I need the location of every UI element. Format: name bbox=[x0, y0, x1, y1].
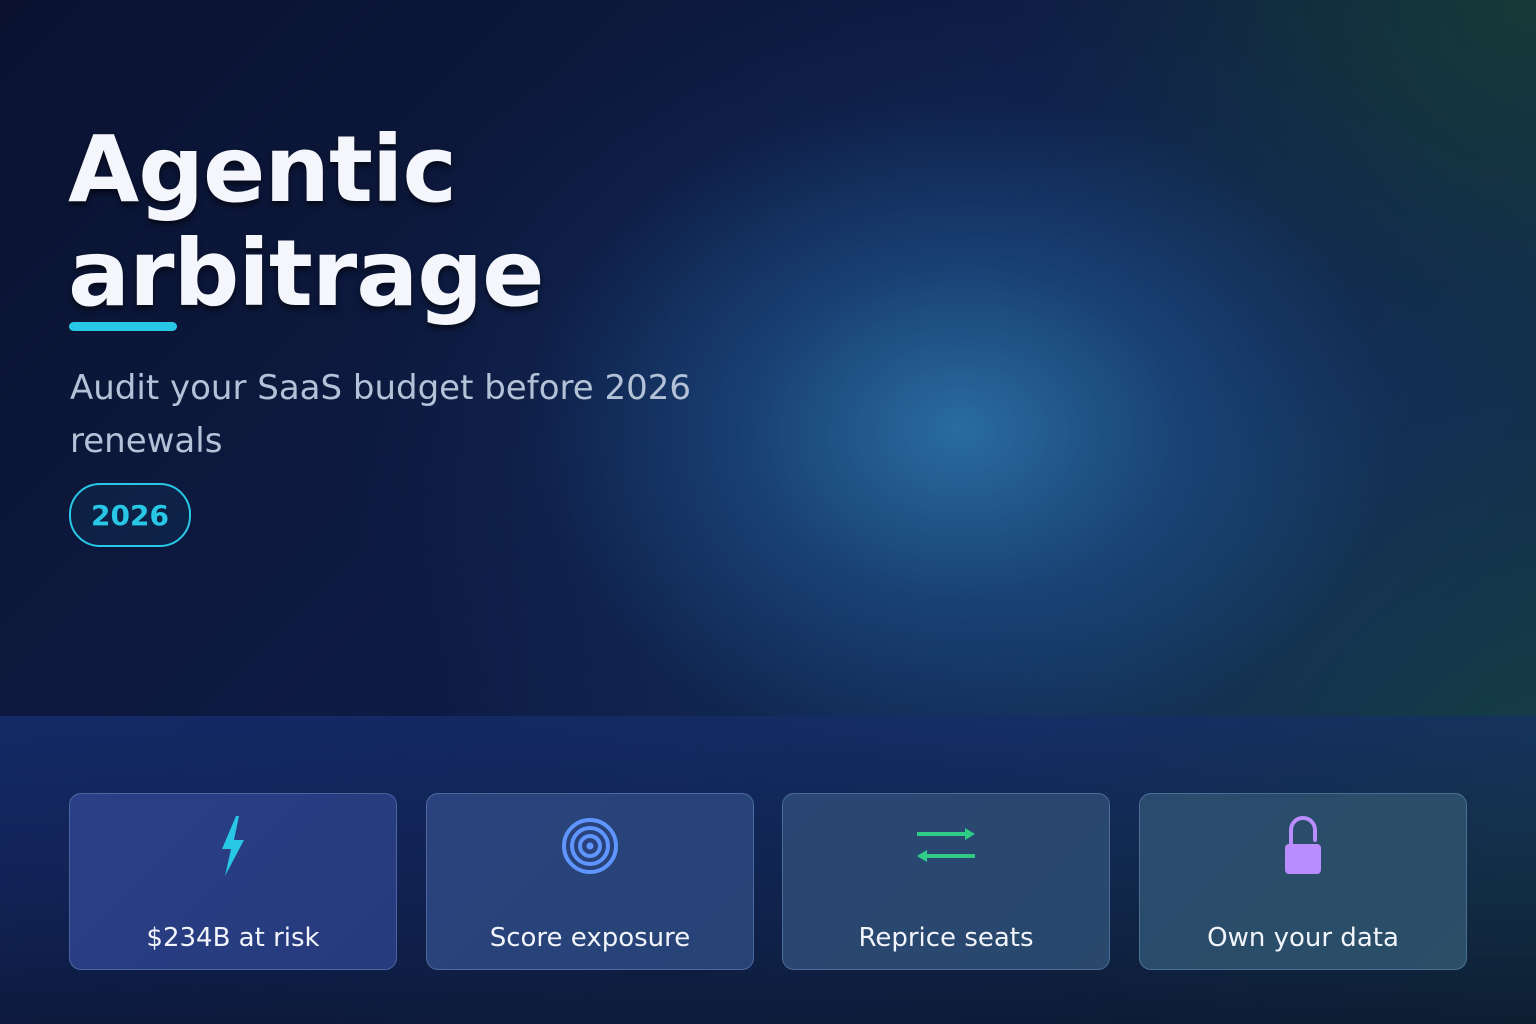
hero-title-line-1: Agentic bbox=[68, 116, 457, 223]
lightning-icon bbox=[198, 814, 268, 878]
target-icon bbox=[555, 814, 625, 878]
title-underline bbox=[69, 322, 177, 331]
year-badge: 2026 bbox=[69, 483, 191, 547]
card-own-data: Own your data bbox=[1139, 793, 1467, 970]
swap-arrows-icon bbox=[911, 814, 981, 878]
hero-title-line-2: arbitrage bbox=[68, 220, 545, 327]
hero-subtitle: Audit your SaaS budget before 2026 renew… bbox=[70, 368, 691, 461]
card-at-risk: $234B at risk bbox=[69, 793, 397, 970]
card-label: Score exposure bbox=[489, 923, 691, 953]
unlock-icon bbox=[1268, 814, 1338, 878]
card-reprice-seats: Reprice seats bbox=[782, 793, 1110, 970]
hero-title: Agentic arbitrage bbox=[68, 116, 545, 327]
feature-cards: $234B at risk Score exposure Reprice sea… bbox=[69, 793, 1467, 972]
card-score-exposure: Score exposure bbox=[426, 793, 754, 970]
card-label: $234B at risk bbox=[146, 923, 320, 953]
card-label: Own your data bbox=[1207, 923, 1399, 953]
card-label: Reprice seats bbox=[858, 923, 1034, 953]
